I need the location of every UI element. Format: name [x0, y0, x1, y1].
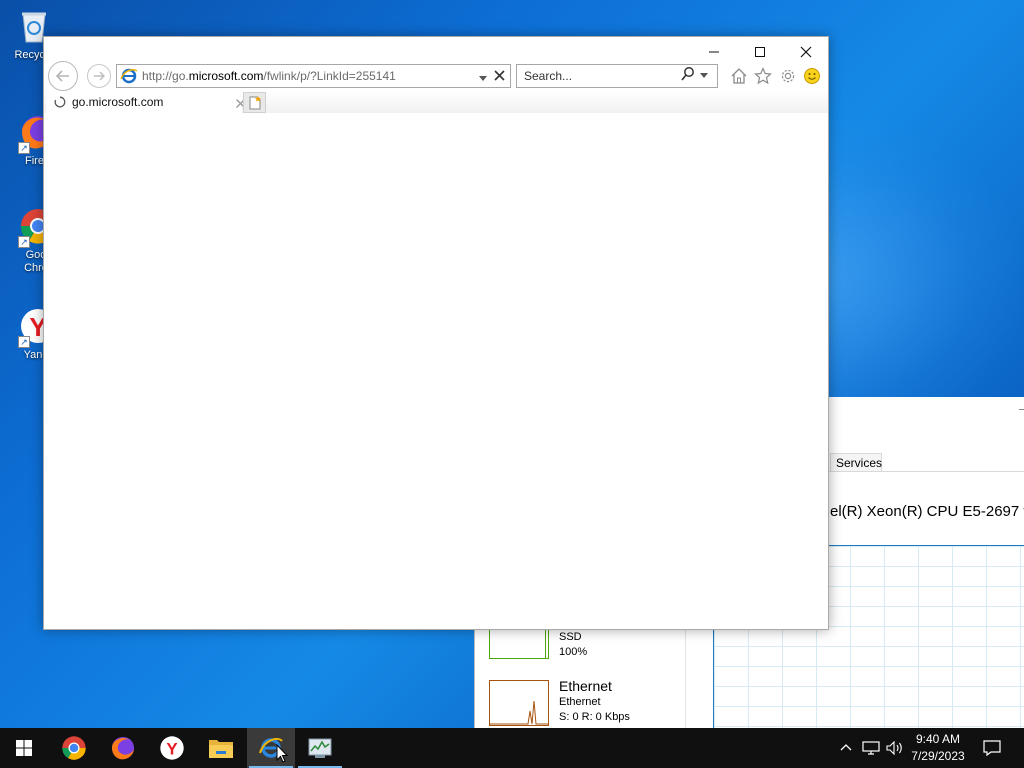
new-tab-icon [249, 95, 261, 109]
cpu-model-title: el(R) Xeon(R) CPU E5-2697 v [830, 503, 1024, 520]
arrow-right-icon [94, 71, 105, 81]
taskbar-chrome[interactable] [50, 728, 98, 768]
close-icon [800, 46, 812, 58]
maximize-button[interactable] [737, 41, 783, 63]
clock-date: 7/29/2023 [911, 749, 965, 763]
feedback-button[interactable] [801, 65, 823, 87]
disk-label: SSD [559, 631, 582, 643]
minimize-icon [709, 51, 719, 53]
home-button[interactable] [728, 65, 750, 87]
ethernet-sub: Ethernet [559, 696, 601, 708]
close-button[interactable] [783, 41, 829, 63]
yandex-icon: Y [160, 736, 184, 760]
sidebar-divider [685, 617, 686, 737]
back-button[interactable] [48, 61, 78, 91]
forward-button[interactable] [87, 64, 111, 88]
network-tray-button[interactable] [860, 728, 882, 768]
address-url[interactable]: http://go.microsoft.com/fwlink/p/?LinkId… [142, 69, 396, 83]
ethernet-sparkline [489, 680, 549, 726]
taskbar-firefox[interactable] [99, 728, 147, 768]
search-box[interactable]: Search... [516, 64, 718, 88]
search-icon[interactable] [680, 66, 696, 87]
task-manager-icon [308, 738, 332, 758]
ethernet-rates: S: 0 R: 0 Kbps [559, 711, 630, 723]
loading-spinner-icon [54, 96, 66, 108]
firefox-icon [111, 736, 135, 760]
minimize-button[interactable] [691, 41, 737, 63]
search-input[interactable]: Search... [524, 69, 680, 83]
start-button[interactable] [0, 728, 48, 768]
action-center-button[interactable] [978, 728, 1006, 768]
gear-icon [781, 69, 795, 83]
network-icon [862, 741, 880, 755]
taskbar-task-manager[interactable] [296, 728, 344, 768]
show-hidden-icons-button[interactable] [837, 728, 855, 768]
shortcut-arrow-icon: ↗ [18, 236, 30, 248]
address-bar[interactable]: http://go.microsoft.com/fwlink/p/?LinkId… [116, 64, 511, 88]
smiley-icon [804, 68, 820, 84]
tab-bar: go.microsoft.com [44, 91, 828, 113]
folder-icon [209, 740, 233, 758]
taskbar-file-explorer[interactable] [197, 728, 245, 768]
system-clock[interactable]: 9:40 AM 7/29/2023 [898, 731, 978, 765]
shortcut-arrow-icon: ↗ [18, 336, 30, 348]
stop-icon[interactable] [493, 69, 506, 87]
chevron-up-icon [840, 744, 852, 751]
taskbar-yandex[interactable]: Y [148, 728, 196, 768]
svg-text:Y: Y [166, 740, 177, 759]
internet-explorer-window[interactable]: http://go.microsoft.com/fwlink/p/?LinkId… [43, 36, 829, 630]
home-icon [731, 68, 747, 84]
star-icon [754, 67, 772, 85]
taskbar: Y 9:40 AM 7/29/2023 [0, 728, 1024, 768]
search-dropdown-icon[interactable] [699, 67, 709, 85]
chrome-icon [62, 736, 86, 760]
mouse-cursor-icon [276, 743, 289, 768]
notification-icon [983, 740, 1001, 756]
address-dropdown-icon[interactable] [478, 70, 488, 88]
tab-services[interactable]: Services [830, 453, 882, 472]
minimize-icon[interactable] [1019, 409, 1024, 410]
ethernet-title: Ethernet [559, 678, 612, 694]
new-tab-button[interactable] [243, 92, 266, 113]
tab-title: go.microsoft.com [72, 95, 164, 109]
shortcut-arrow-icon: ↗ [18, 142, 30, 154]
disk-value: 100% [559, 646, 588, 658]
maximize-icon [755, 47, 765, 57]
tools-button[interactable] [777, 65, 799, 87]
windows-logo-icon [16, 740, 32, 756]
arrow-left-icon [55, 70, 69, 82]
clock-time: 9:40 AM [915, 732, 961, 746]
ie-page-icon [120, 68, 138, 84]
tab-active[interactable]: go.microsoft.com [46, 91, 245, 113]
favorites-button[interactable] [752, 65, 774, 87]
